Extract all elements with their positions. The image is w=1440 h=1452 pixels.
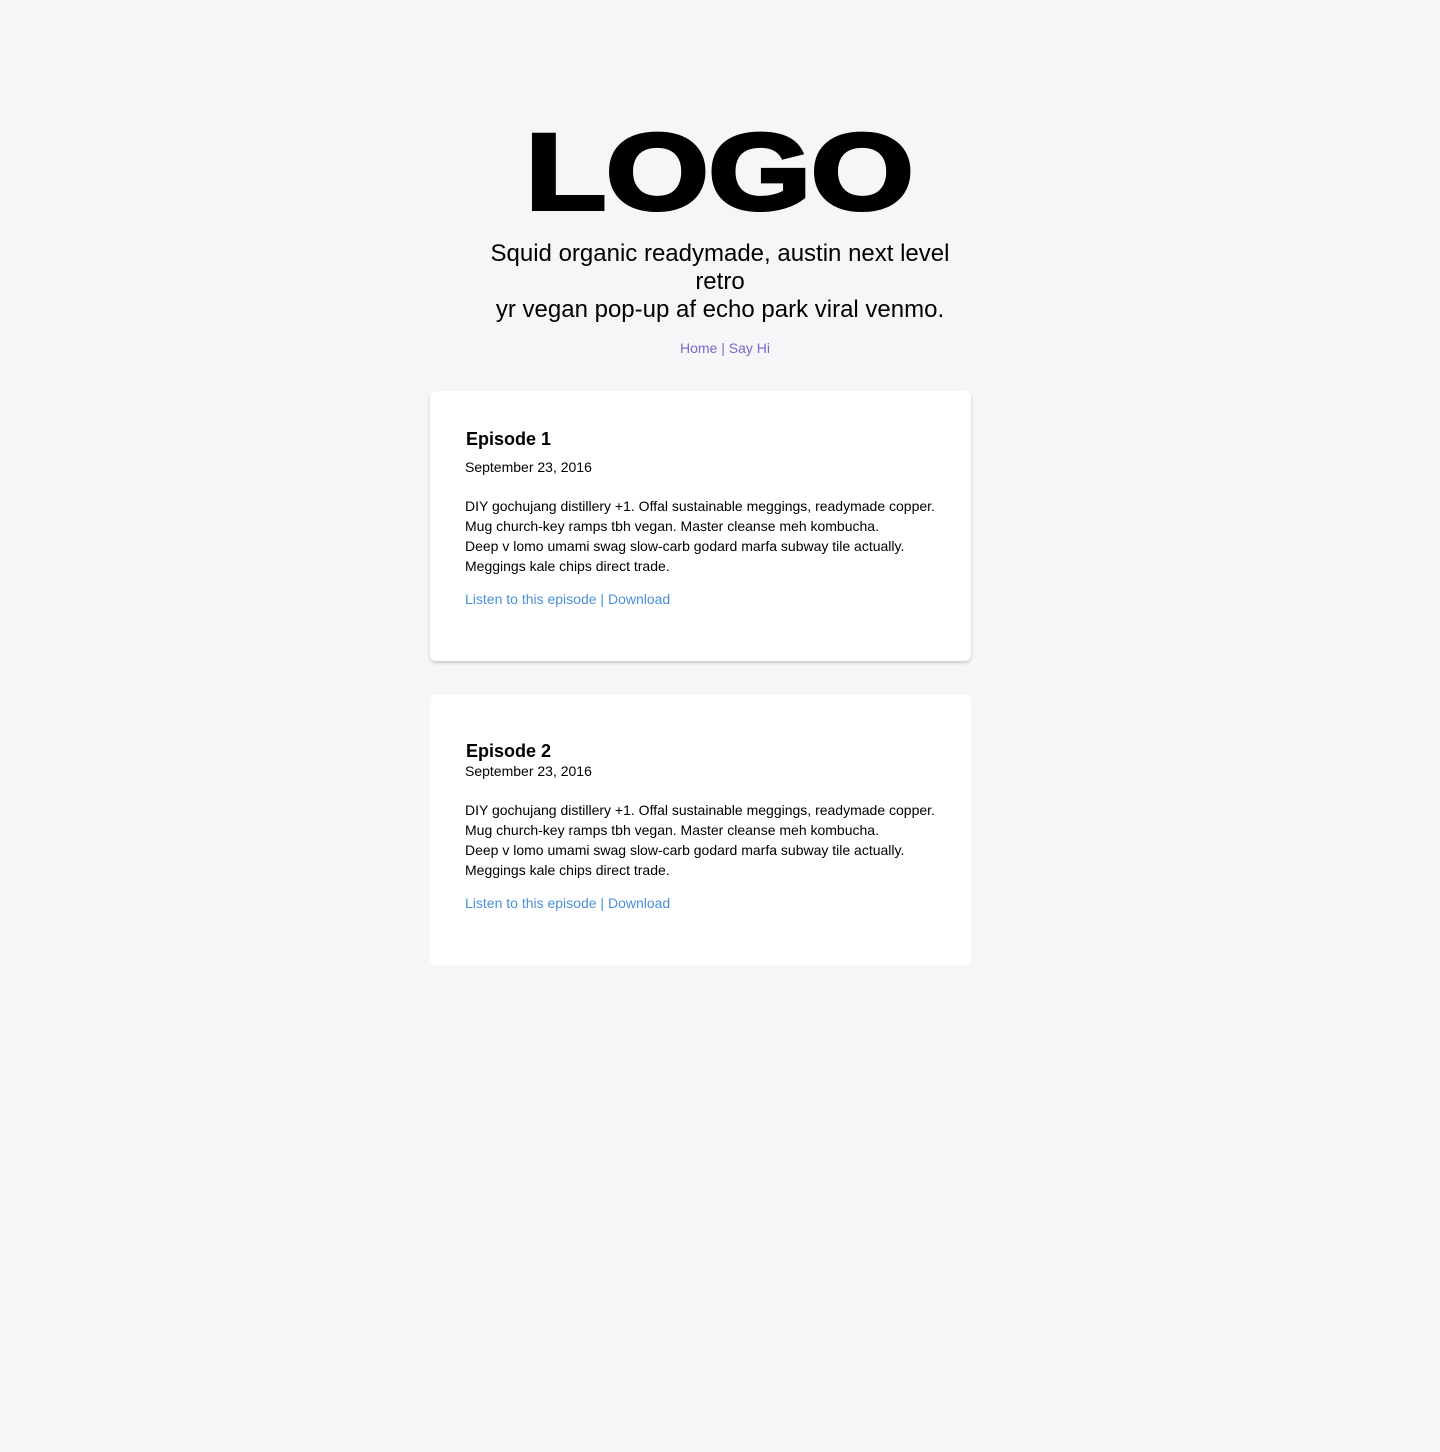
tagline-line-1: Squid organic readymade, austin next lev… — [490, 240, 950, 295]
episode-title: Episode 2 — [466, 741, 552, 761]
listen-episode-link[interactable]: Listen to this episode — [465, 895, 597, 911]
tagline-line-2: yr vegan pop-up af echo park viral venmo… — [495, 296, 945, 323]
nav-separator: | — [721, 340, 725, 356]
listen-episode-link[interactable]: Listen to this episode — [465, 591, 597, 607]
main-nav: Home | Say Hi — [0, 338, 1440, 358]
episode-description-line: DIY gochujang distillery +1. Offal susta… — [465, 802, 935, 818]
episode-description-line: DIY gochujang distillery +1. Offal susta… — [465, 498, 935, 514]
episode-description-line: Mug church-key ramps tbh vegan. Master c… — [465, 518, 879, 534]
episode-links-separator: | — [600, 895, 605, 911]
nav-home-link[interactable]: Home — [680, 340, 717, 356]
episode-date: September 23, 2016 — [465, 763, 592, 779]
download-episode-link[interactable]: Download — [608, 895, 670, 911]
episode-description-line: Deep v lomo umami swag slow-carb godard … — [465, 538, 905, 554]
download-episode-link[interactable]: Download — [608, 591, 670, 607]
episode-description-line: Meggings kale chips direct trade. — [465, 558, 670, 574]
episode-description: DIY gochujang distillery +1. Offal susta… — [465, 496, 945, 576]
logo: LOGO — [523, 110, 916, 234]
episode-links-separator: | — [600, 591, 605, 607]
episode-description-line: Mug church-key ramps tbh vegan. Master c… — [465, 822, 879, 838]
episode-date: September 23, 2016 — [465, 459, 592, 475]
nav-say-hi-link[interactable]: Say Hi — [729, 340, 770, 356]
episode-description-line: Meggings kale chips direct trade. — [465, 862, 670, 878]
episode-links: Listen to this episode | Download — [465, 589, 670, 609]
episode-links: Listen to this episode | Download — [465, 893, 670, 913]
episode-title: Episode 1 — [466, 429, 552, 449]
episode-description: DIY gochujang distillery +1. Offal susta… — [465, 800, 945, 880]
episode-card: Episode 1 September 23, 2016 DIY gochuja… — [430, 391, 971, 661]
tagline: Squid organic readymade, austin next lev… — [470, 240, 970, 324]
episode-description-line: Deep v lomo umami swag slow-carb godard … — [465, 842, 905, 858]
episode-card: Episode 2 September 23, 2016 DIY gochuja… — [430, 695, 971, 965]
